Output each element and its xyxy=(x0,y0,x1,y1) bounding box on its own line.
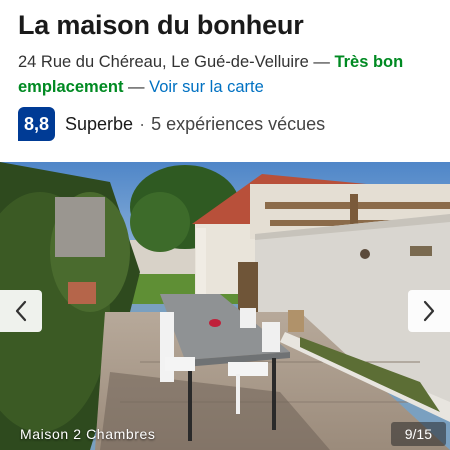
gallery-photo xyxy=(0,162,450,450)
review-score-badge: 8,8 xyxy=(18,107,55,141)
rating-row[interactable]: 8,8 Superbe · 5 expériences vécues xyxy=(18,107,325,141)
photo-caption: Maison 2 Chambres xyxy=(20,426,156,442)
address-separator: — xyxy=(308,53,335,71)
badge-separator: — xyxy=(123,78,150,96)
previous-photo-button[interactable] xyxy=(0,290,42,332)
photo-counter: 9/15 xyxy=(390,422,446,446)
rating-label: Superbe xyxy=(65,113,134,134)
property-address-block: 24 Rue du Chéreau, Le Gué-de-Velluire — … xyxy=(18,50,438,100)
chevron-left-icon xyxy=(15,300,27,322)
rating-dot: · xyxy=(139,113,146,134)
next-photo-button[interactable] xyxy=(408,290,450,332)
map-link[interactable]: Voir sur la carte xyxy=(149,78,264,96)
review-count[interactable]: 5 expériences vécues xyxy=(151,114,325,135)
chevron-right-icon xyxy=(423,300,435,322)
photo-gallery[interactable]: Maison 2 Chambres 9/15 xyxy=(0,162,450,450)
property-address: 24 Rue du Chéreau, Le Gué-de-Velluire xyxy=(18,53,309,71)
property-title: La maison du bonheur xyxy=(18,10,304,40)
